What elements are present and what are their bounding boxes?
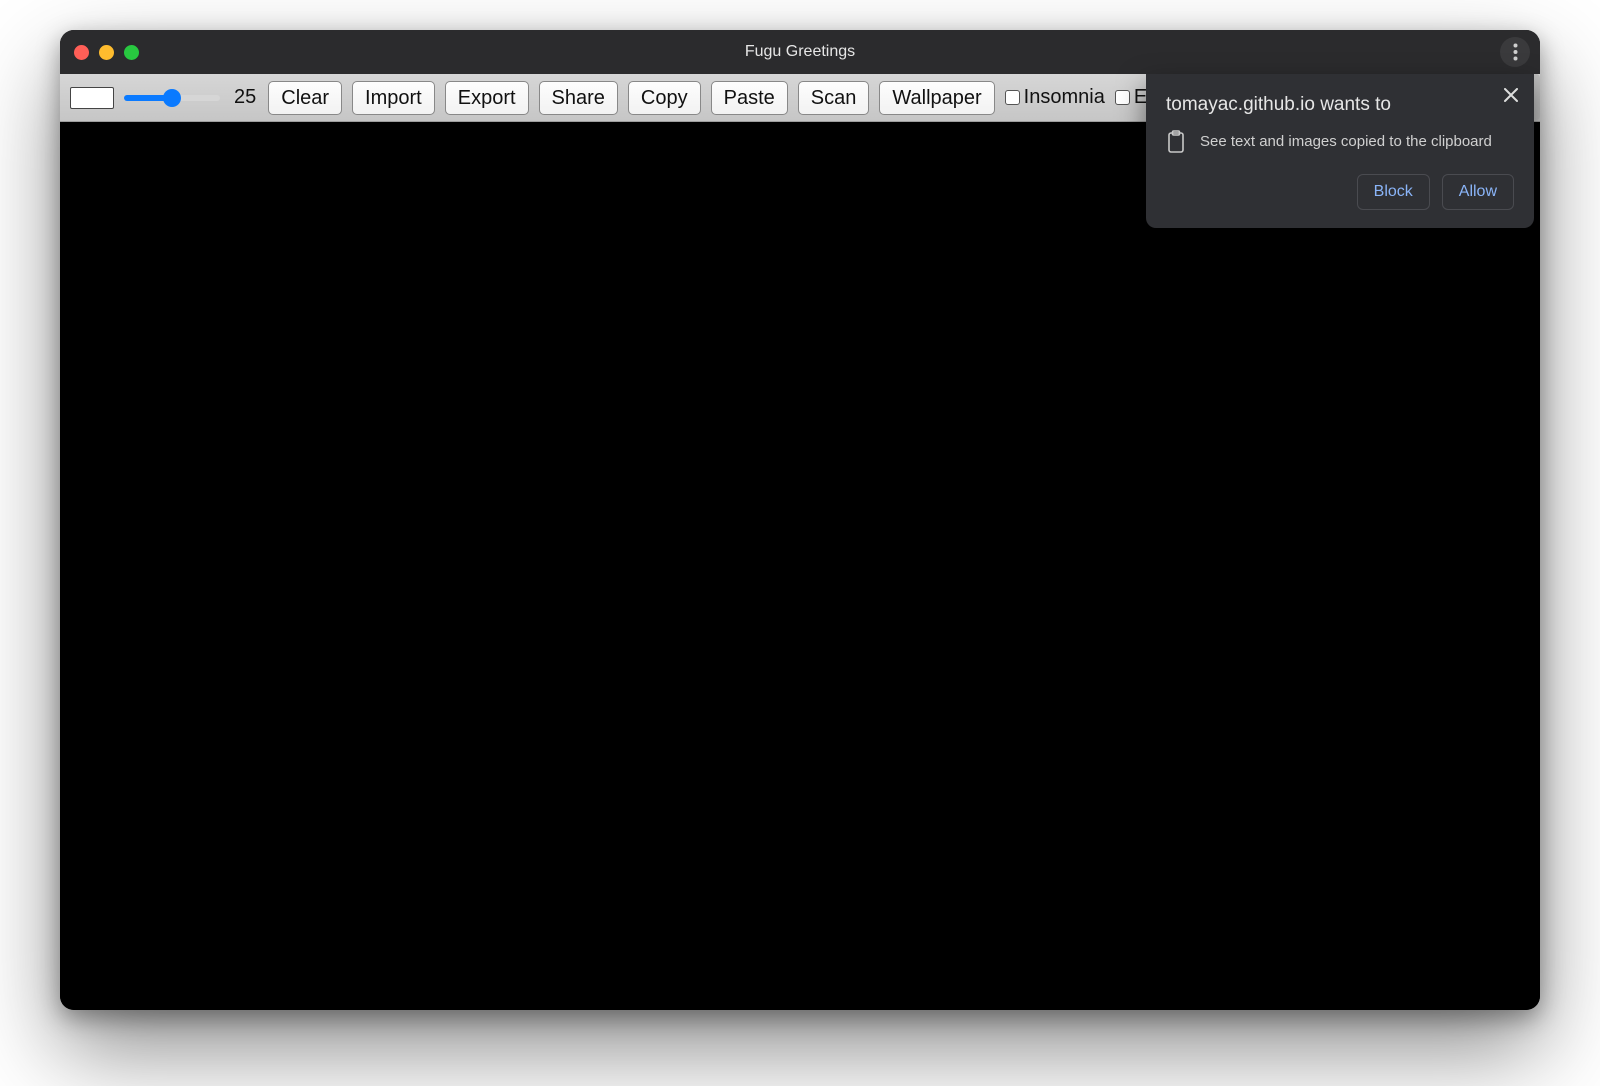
permission-actions: Block Allow [1166, 174, 1514, 210]
slider-thumb[interactable] [163, 89, 181, 107]
checkbox-box[interactable] [1115, 90, 1130, 105]
permission-heading: tomayac.github.io wants to [1166, 94, 1514, 116]
brush-size-value: 25 [234, 86, 256, 109]
fullscreen-window-button[interactable] [124, 45, 139, 60]
titlebar: Fugu Greetings [60, 30, 1540, 74]
share-button[interactable]: Share [539, 81, 618, 115]
insomnia-checkbox[interactable]: Insomnia [1005, 86, 1105, 109]
minimize-window-button[interactable] [99, 45, 114, 60]
export-button[interactable]: Export [445, 81, 529, 115]
vertical-dots-icon [1513, 43, 1518, 61]
close-dialog-button[interactable] [1498, 82, 1524, 108]
wallpaper-button[interactable]: Wallpaper [879, 81, 994, 115]
color-picker[interactable] [70, 87, 114, 109]
permission-request-text: See text and images copied to the clipbo… [1200, 133, 1492, 150]
permission-dialog: tomayac.github.io wants to See text and … [1146, 74, 1534, 228]
import-button[interactable]: Import [352, 81, 435, 115]
permission-request-row: See text and images copied to the clipbo… [1166, 130, 1514, 152]
paste-button[interactable]: Paste [711, 81, 788, 115]
scan-button[interactable]: Scan [798, 81, 870, 115]
close-icon [1504, 88, 1518, 102]
clear-button[interactable]: Clear [268, 81, 342, 115]
block-button[interactable]: Block [1357, 174, 1430, 210]
app-window: Fugu Greetings 25 Clear Import Export Sh… [60, 30, 1540, 1010]
window-title: Fugu Greetings [60, 43, 1540, 61]
checkbox-box[interactable] [1005, 90, 1020, 105]
overflow-menu-button[interactable] [1500, 37, 1530, 67]
allow-button[interactable]: Allow [1442, 174, 1514, 210]
copy-button[interactable]: Copy [628, 81, 701, 115]
close-window-button[interactable] [74, 45, 89, 60]
window-controls [74, 45, 139, 60]
insomnia-label: Insomnia [1024, 86, 1105, 109]
brush-size-slider[interactable] [124, 89, 220, 107]
clipboard-icon [1166, 130, 1186, 152]
drawing-canvas[interactable] [60, 122, 1540, 1010]
